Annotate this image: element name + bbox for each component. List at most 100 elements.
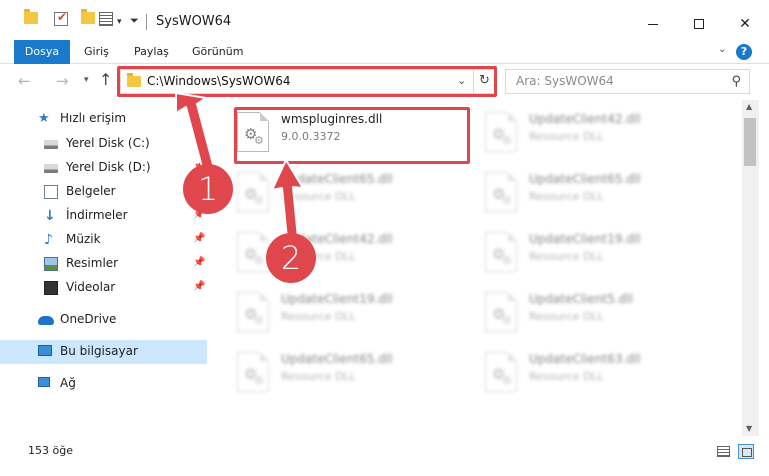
recent-locations-chevron-icon[interactable]: ▾	[84, 75, 89, 85]
sidebar-item-onedrive[interactable]: OneDrive	[0, 308, 207, 332]
file-name: UpdateClient19.dll	[529, 232, 641, 246]
sidebar-item-label: Bu bilgisayar	[60, 344, 138, 358]
sidebar-item-label: Yerel Disk (C:)	[66, 136, 150, 150]
dll-file-icon: ⚙ ⚙	[485, 112, 517, 152]
sidebar-item-label: OneDrive	[60, 312, 117, 326]
quick-access-properties-icon[interactable]	[99, 12, 113, 26]
large-icons-view-icon[interactable]	[738, 444, 754, 459]
title-separator	[146, 14, 147, 30]
dll-file-icon: ⚙ ⚙	[237, 232, 269, 272]
forward-arrow-icon[interactable]: →	[56, 72, 69, 90]
maximize-icon	[694, 19, 704, 29]
sidebar-item-local-disk-d[interactable]: Yerel Disk (D:) 📌	[0, 156, 207, 180]
search-box[interactable]: Ara: SysWOW64 ⚲	[505, 69, 750, 94]
sidebar-item-quick-access[interactable]: ★ Hızlı erişim	[0, 107, 207, 131]
disk-icon	[44, 140, 58, 149]
window-title: SysWOW64	[156, 14, 232, 29]
tab-view[interactable]: Görünüm	[182, 40, 253, 64]
sidebar-item-label: Yerel Disk (D:)	[66, 160, 151, 174]
ribbon-tabs: Dosya Giriş Paylaş Görünüm ⌄ ?	[0, 40, 769, 96]
sidebar-item-label: Ağ	[60, 376, 76, 390]
file-name: UpdateClient5.dll	[529, 292, 633, 306]
chevron-down-icon[interactable]: ▾	[117, 13, 122, 31]
file-name: UpdateClient65.dll	[529, 172, 641, 186]
sidebar-item-this-pc[interactable]: Bu bilgisayar	[0, 340, 207, 364]
customize-toolbar-icon[interactable]: ⏷	[130, 12, 139, 30]
ribbon-expand-icon[interactable]: ⌄	[718, 44, 726, 55]
tab-home[interactable]: Giriş	[74, 40, 119, 64]
sidebar-item-label: Hızlı erişim	[60, 111, 127, 125]
help-icon[interactable]: ?	[736, 44, 752, 60]
up-arrow-icon[interactable]: ↑	[99, 70, 112, 89]
title-bar: ▾ ⏷ SysWOW64 ✕	[0, 0, 769, 40]
status-bar: 153 öğe	[0, 436, 769, 476]
maximize-button[interactable]	[676, 8, 722, 40]
file-item[interactable]: ⚙ ⚙ UpdateClient5.dll Resource DLL	[485, 288, 725, 344]
scroll-up-icon[interactable]: ▲	[746, 102, 752, 111]
file-item[interactable]: ⚙ ⚙ UpdateClient42.dll Resource DLL	[485, 108, 725, 164]
properties-check-icon[interactable]	[54, 10, 68, 26]
address-highlight-frame	[117, 66, 497, 97]
search-icon[interactable]: ⚲	[731, 74, 741, 89]
dll-file-icon: ⚙ ⚙	[485, 352, 517, 392]
vertical-scrollbar[interactable]: ▲ ▼	[742, 100, 759, 436]
pin-icon[interactable]: 📌	[193, 281, 205, 292]
dll-file-icon: ⚙ ⚙	[237, 172, 269, 212]
file-description: Resource DLL	[281, 310, 356, 323]
sidebar-item-label: Müzik	[66, 232, 101, 246]
dll-file-icon: ⚙ ⚙	[485, 292, 517, 332]
file-description: Resource DLL	[281, 370, 356, 383]
videos-icon	[44, 281, 58, 295]
pin-icon[interactable]: 📌	[193, 257, 205, 268]
file-description: Resource DLL	[529, 130, 604, 143]
step-callout-2: 2	[266, 233, 316, 283]
file-item[interactable]: ⚙ ⚙ UpdateClient65.dll Resource DLL	[485, 168, 725, 224]
minimize-button[interactable]	[630, 8, 676, 40]
dll-file-icon: ⚙ ⚙	[237, 352, 269, 392]
search-input[interactable]: Ara: SysWOW64	[516, 74, 614, 88]
file-name: UpdateClient63.dll	[529, 352, 641, 366]
file-description: Resource DLL	[281, 190, 356, 203]
sidebar-item-downloads[interactable]: ↓ İndirmeler 📌	[0, 204, 207, 228]
sidebar-item-pictures[interactable]: Resimler 📌	[0, 252, 207, 276]
step-callout-1: 1	[183, 164, 233, 214]
pictures-icon	[44, 257, 58, 271]
file-description: Resource DLL	[529, 190, 604, 203]
this-pc-icon	[38, 345, 52, 356]
folder-icon	[24, 9, 38, 24]
scroll-down-icon[interactable]: ▼	[746, 424, 752, 433]
scroll-thumb[interactable]	[744, 118, 756, 166]
file-name: UpdateClient42.dll	[529, 112, 641, 126]
file-item[interactable]: ⚙ ⚙ UpdateClient63.dll Resource DLL	[485, 348, 725, 404]
onedrive-icon	[38, 316, 54, 325]
file-highlight-frame	[234, 107, 470, 164]
back-arrow-icon[interactable]: ←	[18, 72, 31, 90]
sidebar-item-label: İndirmeler	[66, 208, 128, 222]
dll-file-icon: ⚙ ⚙	[485, 172, 517, 212]
file-description: Resource DLL	[529, 370, 604, 383]
sidebar-item-music[interactable]: ♪ Müzik 📌	[0, 228, 207, 252]
dll-file-icon: ⚙ ⚙	[485, 232, 517, 272]
downloads-icon: ↓	[44, 208, 56, 224]
pin-icon[interactable]: 📌	[193, 233, 205, 244]
sidebar-item-documents[interactable]: Belgeler	[0, 180, 207, 204]
file-item[interactable]: ⚙ ⚙ UpdateClient65.dll Resource DLL	[237, 348, 477, 404]
sidebar-item-network[interactable]: Ağ	[0, 372, 207, 396]
file-description: Resource DLL	[529, 310, 604, 323]
tab-share[interactable]: Paylaş	[124, 40, 179, 64]
sidebar-item-label: Videolar	[66, 280, 116, 294]
file-name: UpdateClient19.dll	[281, 292, 393, 306]
sidebar-item-local-disk-c[interactable]: Yerel Disk (C:)	[0, 132, 207, 156]
close-button[interactable]: ✕	[722, 8, 768, 40]
star-icon: ★	[38, 111, 50, 126]
file-description: Resource DLL	[529, 250, 604, 263]
file-item[interactable]: ⚙ ⚙ UpdateClient65.dll Resource DLL	[237, 168, 477, 224]
music-icon: ♪	[44, 232, 53, 248]
sidebar-item-label: Resimler	[66, 256, 119, 270]
new-folder-icon[interactable]	[81, 9, 95, 24]
sidebar-item-videos[interactable]: Videolar 📌	[0, 276, 207, 300]
file-item[interactable]: ⚙ ⚙ UpdateClient19.dll Resource DLL	[237, 288, 477, 344]
details-view-icon[interactable]	[717, 446, 730, 457]
file-item[interactable]: ⚙ ⚙ UpdateClient19.dll Resource DLL	[485, 228, 725, 284]
network-icon	[38, 377, 50, 387]
